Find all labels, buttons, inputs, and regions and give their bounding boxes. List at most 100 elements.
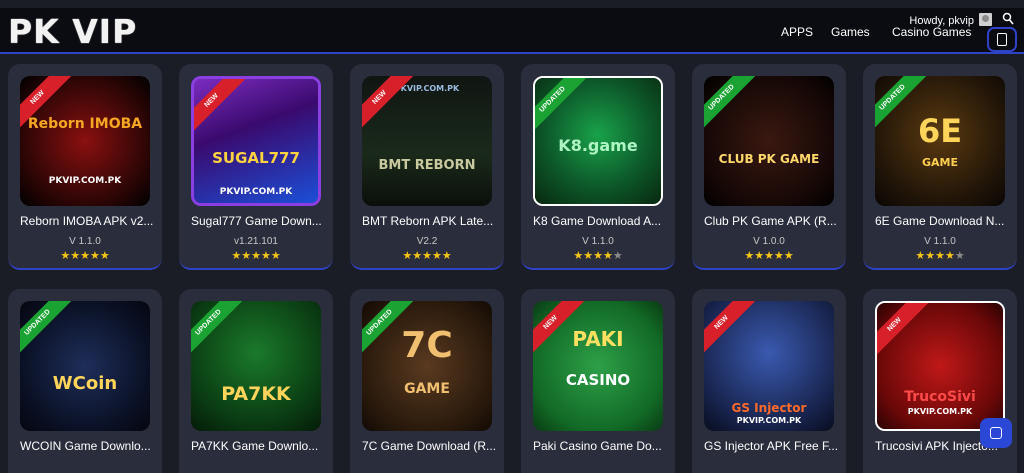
app-thumbnail[interactable]: BMT REBORN PKVIP.COM.PK NEW	[362, 76, 492, 206]
app-thumbnail[interactable]: SUGAL777 PKVIP.COM.PK NEW	[191, 76, 321, 206]
artwork-title: CLUB PK GAME	[718, 152, 820, 166]
nav-apps[interactable]: APPS	[781, 25, 813, 39]
chat-icon	[990, 427, 1002, 439]
nav-games[interactable]: Games	[831, 25, 870, 39]
app-title[interactable]: Sugal777 Game Down...	[191, 214, 325, 228]
star-icon: ★	[783, 249, 794, 262]
star-icon: ★	[422, 249, 432, 262]
star-icon: ★	[744, 249, 755, 262]
star-icon: ★	[573, 249, 584, 262]
star-rating: ★★★★★	[8, 249, 162, 262]
app-version: V 1.0.0	[753, 236, 785, 247]
mobile-menu-button[interactable]	[987, 27, 1017, 52]
star-rating: ★★★★★	[692, 249, 846, 262]
app-version: V 1.1.0	[582, 236, 614, 247]
app-card[interactable]: BMT REBORN PKVIP.COM.PK NEW BMT Reborn APK …	[350, 64, 504, 270]
artwork-title: K8.game	[558, 136, 638, 155]
star-icon: ★	[602, 249, 613, 262]
app-thumbnail[interactable]: GS Injector PKVIP.COM.PK NEW	[704, 301, 834, 431]
artwork-subtitle: PKVIP.COM.PK	[736, 416, 802, 425]
app-title[interactable]: PA7KK Game Downlo...	[191, 439, 325, 453]
nav-casino-games[interactable]: Casino Games	[892, 25, 971, 39]
app-title[interactable]: Reborn IMOBA APK v2...	[20, 214, 154, 228]
artwork-subtitle: CASINO	[565, 371, 631, 389]
star-icon: ★	[231, 249, 242, 262]
site-header: PK VIP APPS Games Casino Games Howdy, pk…	[0, 8, 1024, 54]
app-card[interactable]: SUGAL777 PKVIP.COM.PK NEW Sugal777 Game Dow…	[179, 64, 333, 270]
star-icon: ★	[441, 249, 452, 262]
star-rating: ★★★★★	[179, 249, 333, 262]
artwork-title: PA7KK	[221, 383, 291, 405]
app-thumbnail[interactable]: PAKI CASINO NEW	[533, 301, 663, 431]
app-card[interactable]: PA7KK UPDATED PA7KK Game Downlo...	[179, 289, 333, 473]
search-icon[interactable]	[1002, 12, 1014, 26]
star-icon: ★	[241, 249, 252, 262]
app-title[interactable]: K8 Game Download A...	[533, 214, 667, 228]
app-title[interactable]: BMT Reborn APK Late...	[362, 214, 496, 228]
app-thumbnail[interactable]: K8.game UPDATED	[533, 76, 663, 206]
star-icon: ★	[60, 249, 71, 262]
app-title[interactable]: Paki Casino Game Do...	[533, 439, 667, 453]
star-icon: ★	[754, 249, 765, 262]
star-icon: ★	[70, 249, 81, 262]
star-icon: ★	[773, 249, 784, 262]
star-rating: ★★★★★	[863, 249, 1017, 262]
artwork-subtitle: PKVIP.COM.PK	[48, 176, 122, 186]
star-icon: ★	[593, 249, 603, 262]
app-card[interactable]: WCoin UPDATED WCOIN Game Downlo...	[8, 289, 162, 473]
artwork-title: SUGAL777	[212, 149, 300, 167]
star-icon: ★	[251, 249, 261, 262]
star-icon: ★	[583, 249, 594, 262]
star-icon: ★	[270, 249, 281, 262]
artwork-title: BMT REBORN	[378, 158, 476, 173]
star-icon: ★	[954, 249, 965, 262]
app-version: v1.21.101	[234, 236, 278, 247]
star-icon: ★	[935, 249, 945, 262]
app-thumbnail[interactable]: TrucoSivi PKVIP.COM.PK NEW	[875, 301, 1005, 431]
star-icon: ★	[431, 249, 442, 262]
app-thumbnail[interactable]: PA7KK UPDATED	[191, 301, 321, 431]
app-title[interactable]: Club PK Game APK (R...	[704, 214, 838, 228]
user-greeting[interactable]: Howdy, pkvip	[909, 15, 974, 27]
app-title[interactable]: WCOIN Game Downlo...	[20, 439, 154, 453]
star-rating: ★★★★★	[521, 249, 675, 262]
star-icon: ★	[99, 249, 110, 262]
artwork-subtitle: GAME	[404, 381, 450, 397]
artwork-subtitle: PKVIP.COM.PK	[219, 187, 293, 197]
star-icon: ★	[915, 249, 926, 262]
app-version: V2.2	[416, 236, 438, 247]
phone-icon	[997, 33, 1007, 46]
app-version: V 1.1.0	[924, 236, 956, 247]
app-title[interactable]: GS Injector APK Free F...	[704, 439, 838, 453]
app-thumbnail[interactable]: CLUB PK GAME UPDATED	[704, 76, 834, 206]
floating-chat-button[interactable]	[980, 418, 1012, 448]
app-card[interactable]: GS Injector PKVIP.COM.PK NEW GS Injector AP…	[692, 289, 846, 473]
app-card[interactable]: CLUB PK GAME UPDATED Club PK Game APK (R..…	[692, 64, 846, 270]
app-card[interactable]: PAKI CASINO NEW Paki Casino Game Do...	[521, 289, 675, 473]
app-title[interactable]: 7C Game Download (R...	[362, 439, 496, 453]
app-thumbnail[interactable]: Reborn IMOBA PKVIP.COM.PK NEW	[20, 76, 150, 206]
app-thumbnail[interactable]: WCoin UPDATED	[20, 301, 150, 431]
artwork-title: Reborn IMOBA	[27, 116, 143, 132]
site-logo[interactable]: PK VIP	[8, 12, 137, 51]
app-card[interactable]: Reborn IMOBA PKVIP.COM.PK NEW Reborn IMOBA …	[8, 64, 162, 270]
artwork-title: TrucoSivi	[904, 389, 976, 405]
artwork-title: 6E	[917, 112, 963, 150]
app-card[interactable]: K8.game UPDATED K8 Game Download A... V 1.1…	[521, 64, 675, 270]
star-icon: ★	[612, 249, 623, 262]
star-icon: ★	[80, 249, 90, 262]
artwork-subtitle: GAME	[921, 156, 958, 169]
app-title[interactable]: 6E Game Download N...	[875, 214, 1009, 228]
artwork-subtitle: PKVIP.COM.PK	[907, 407, 973, 416]
star-icon: ★	[402, 249, 413, 262]
app-card[interactable]: 6E GAME UPDATED 6E Game Download N... V 1.1.…	[863, 64, 1017, 270]
star-icon: ★	[89, 249, 100, 262]
app-thumbnail[interactable]: 7C GAME UPDATED	[362, 301, 492, 431]
star-icon: ★	[412, 249, 423, 262]
star-icon: ★	[764, 249, 774, 262]
app-thumbnail[interactable]: 6E GAME UPDATED	[875, 76, 1005, 206]
star-rating: ★★★★★	[350, 249, 504, 262]
app-card[interactable]: 7C GAME UPDATED 7C Game Download (R...	[350, 289, 504, 473]
user-avatar-icon[interactable]	[979, 13, 992, 26]
app-version: V 1.1.0	[69, 236, 101, 247]
